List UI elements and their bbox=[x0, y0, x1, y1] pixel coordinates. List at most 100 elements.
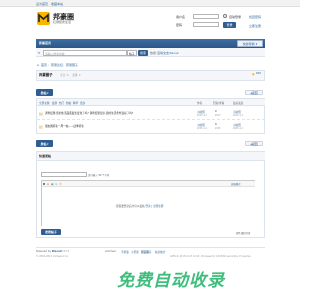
forgot-password-link[interactable]: 找回密码 bbox=[249, 15, 261, 19]
discuz-version: X3.2 bbox=[63, 250, 70, 253]
footer-divider bbox=[36, 247, 265, 248]
login-button-label: 登录 bbox=[226, 23, 233, 27]
bold-icon[interactable]: B bbox=[43, 182, 45, 186]
advanced-mode-link[interactable]: 高级模式 bbox=[231, 182, 241, 186]
search-type-select[interactable]: 帖子 bbox=[127, 49, 137, 56]
smiley-icon[interactable]: ☺ bbox=[59, 182, 62, 186]
footer-link-stats[interactable]: 站长统计 bbox=[155, 250, 165, 254]
login-required-text: 您需要登录后才可以发帖 bbox=[116, 205, 145, 208]
topic-replies: 0 bbox=[215, 123, 217, 126]
login-button[interactable]: 登录 bbox=[223, 22, 236, 28]
hot-search-item[interactable]: discuz bbox=[169, 51, 178, 55]
back-label: 返回 bbox=[251, 90, 258, 95]
search-button-label: 搜索 bbox=[139, 50, 146, 55]
folder-icon: ▤ bbox=[39, 123, 43, 129]
new-post-button-bottom[interactable]: 发帖 ▾ bbox=[36, 140, 53, 147]
board-stats-topics: 主题: 2 bbox=[72, 73, 81, 77]
search-type-value: 帖子 bbox=[129, 51, 135, 56]
filter-digest[interactable]: 精华 bbox=[73, 101, 78, 105]
link-icon[interactable]: ∞ bbox=[55, 182, 57, 186]
rss-icon[interactable]: ◉ bbox=[252, 72, 255, 76]
hint-login-link[interactable]: 登录 bbox=[145, 205, 150, 208]
board-title: 邦豪圈子 bbox=[39, 73, 53, 77]
search-placeholder: 请输入搜索内容 bbox=[45, 51, 65, 56]
watermark-text: 免费自动收录 bbox=[117, 271, 225, 291]
username-input[interactable] bbox=[193, 14, 219, 19]
image-icon[interactable]: ▣ bbox=[51, 182, 54, 186]
breadcrumb-separator: › bbox=[63, 63, 65, 67]
topic-title[interactable]: 朋友圈养生一周一帖——四季养生 bbox=[45, 124, 84, 128]
username-label: 用户名 bbox=[176, 15, 186, 19]
hot-search-label: 热搜: bbox=[150, 51, 158, 55]
new-post-button[interactable]: 发帖 ▾ bbox=[36, 89, 53, 96]
new-post-label: 发帖 bbox=[40, 90, 47, 95]
filter-hot-threads[interactable]: 热帖 bbox=[66, 101, 71, 105]
set-home-link[interactable]: 设为首页 bbox=[36, 2, 48, 6]
back-button-bottom[interactable]: ◂ 返回 bbox=[245, 141, 263, 146]
topic-title[interactable]: 调查结果:您的生活品质发生变化了吗? 调查结果显示,您的生活条件变好了吗? bbox=[45, 111, 133, 115]
quick-nav-button[interactable]: 快捷导航 ▾ bbox=[237, 40, 263, 47]
breadcrumb-forum[interactable]: 邦豪论坛 bbox=[51, 63, 63, 67]
footer-link-mobile[interactable]: 手机版 bbox=[121, 250, 129, 254]
folder-icon: ▤ bbox=[39, 110, 43, 116]
topic-date: 2015-1-1 bbox=[197, 114, 207, 117]
subject-input[interactable] bbox=[41, 172, 87, 177]
chevron-down-icon: ▾ bbox=[47, 141, 49, 146]
filter-more[interactable]: 更多 bbox=[80, 101, 85, 105]
quick-post-title: 快速发帖 bbox=[39, 154, 52, 158]
register-link[interactable]: 立即注册 bbox=[249, 24, 261, 28]
column-replies: 回复/查看 bbox=[213, 101, 225, 105]
chevron-down-icon: ▾ bbox=[255, 41, 258, 46]
topic-replies: 0 bbox=[215, 110, 217, 113]
bookmark-link[interactable]: 收藏本站 bbox=[51, 2, 63, 6]
breadcrumb-separator: › bbox=[48, 63, 50, 67]
powered-by-text: Powered by bbox=[36, 250, 52, 253]
search-input[interactable]: 请输入搜索内容 bbox=[43, 49, 127, 56]
notify-author-label: 邮件通知作者 bbox=[236, 231, 251, 235]
quick-post-header bbox=[36, 151, 265, 161]
editor-toolbar bbox=[41, 180, 255, 187]
auto-login-checkbox[interactable] bbox=[223, 14, 227, 18]
topic-date: 2015-1-1 bbox=[197, 127, 207, 130]
submit-post-button[interactable]: 发表帖子 bbox=[41, 229, 61, 235]
footer-time-info: GMT+8, 2015-10-27 12:00 , Processed in 0… bbox=[170, 255, 252, 258]
chevron-down-icon: ▾ bbox=[47, 90, 49, 95]
main-nav bbox=[36, 39, 265, 48]
logo[interactable]: 邦豪圈 红绿装修生活 bbox=[37, 11, 92, 26]
filter-hot[interactable]: 热门 bbox=[59, 101, 64, 105]
submit-post-label: 发表帖子 bbox=[44, 230, 57, 234]
filter-latest[interactable]: 最新 bbox=[52, 101, 57, 105]
filter-all[interactable]: 全部主题 bbox=[39, 101, 49, 105]
breadcrumb-board[interactable]: 邦豪圈子 bbox=[66, 63, 78, 67]
password-label: 密码 bbox=[176, 23, 183, 27]
login-required-hint: 您需要登录后才可以发帖 登录 | 立即注册 bbox=[116, 204, 163, 208]
char-limit-hint: 还可输入 80 个字符 bbox=[88, 174, 110, 177]
rss-link[interactable]: RSS bbox=[256, 72, 261, 75]
color-icon[interactable]: A bbox=[47, 182, 49, 186]
footer-copyright: © 2001-2013 Comsenz Inc. bbox=[36, 255, 69, 258]
back-button[interactable]: ◂ 返回 bbox=[245, 90, 263, 95]
logo-icon bbox=[37, 12, 50, 25]
topic-views: 2017 bbox=[215, 114, 221, 117]
topic-views: 2015 bbox=[215, 127, 221, 130]
back-label: 返回 bbox=[251, 141, 258, 146]
nav-home[interactable]: 邦豪首页 bbox=[39, 41, 51, 45]
search-button[interactable]: 搜索 bbox=[138, 49, 148, 56]
footer-link-board[interactable]: 邦豪圈子 bbox=[141, 250, 151, 254]
column-author: 作者 bbox=[197, 101, 203, 105]
topic-last-date: 2015-1-1 bbox=[233, 114, 243, 117]
footer-link-blacklist[interactable]: 小黑屋 bbox=[131, 250, 139, 254]
discuz-link[interactable]: Discuz! bbox=[52, 250, 63, 253]
footer-link-archiver[interactable]: Archiver bbox=[105, 250, 116, 253]
new-post-label: 发帖 bbox=[40, 141, 47, 146]
quick-nav-label: 快捷导航 bbox=[242, 41, 255, 46]
search-icon: ⌕ bbox=[38, 50, 41, 55]
breadcrumb-home[interactable]: 首页 bbox=[41, 63, 47, 67]
logo-subtitle: 红绿装修生活 bbox=[53, 20, 72, 24]
board-header bbox=[36, 70, 265, 81]
home-icon[interactable]: ⌂ bbox=[37, 63, 39, 67]
password-input[interactable] bbox=[193, 22, 219, 27]
footer-powered: Powered by Discuz! X3.2 bbox=[36, 250, 69, 253]
hint-register-link[interactable]: 立即注册 bbox=[153, 205, 163, 208]
topic-last-date: 2015-1-1 bbox=[233, 127, 243, 130]
